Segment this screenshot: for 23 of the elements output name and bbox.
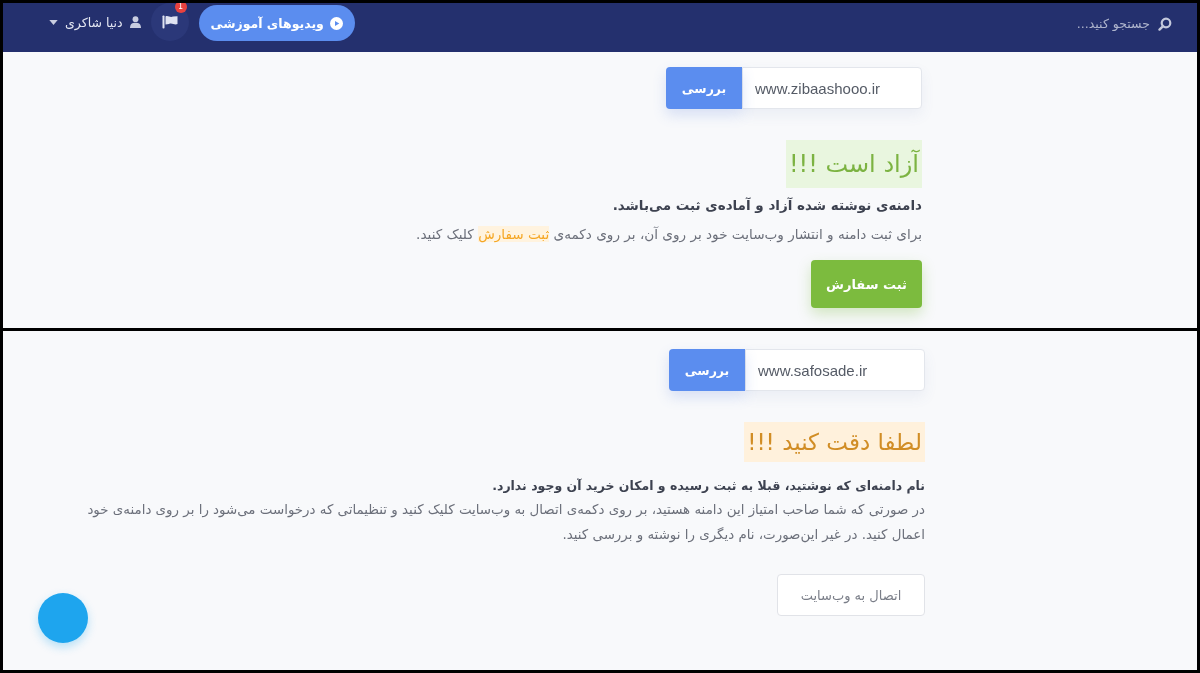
status-message: دامنه‌ی نوشته شده آزاد و آماده‌ی ثبت می‌باشد. bbox=[612, 196, 922, 215]
caret-icon bbox=[49, 19, 58, 25]
connect-website-button[interactable]: اتصال به وب‌سایت bbox=[777, 574, 925, 616]
place-order-button[interactable]: ثبت سفارش bbox=[811, 260, 922, 308]
flag-icon bbox=[161, 15, 178, 29]
status-heading: آزاد است !!! bbox=[785, 140, 922, 188]
play-icon bbox=[329, 16, 343, 30]
floating-round-button[interactable] bbox=[38, 593, 88, 643]
instruction-text: در صورتی که شما صاحب امتیاز این دامنه هستید، بر روی دکمه‌ی اتصال به وب‌سایت کلیک کنید و تنظیماتی که درخواست می‌شود را بر روی دامنه‌ی خود اعمال کنید. در غیر این‌صورت، نام دیگری را نوشته و بررسی کنید. bbox=[86, 501, 925, 545]
status-message: نام دامنه‌ای که نوشتید، قبلا به ثبت رسیده و امکان خرید آن وجود ندارد. bbox=[492, 477, 925, 496]
check-button[interactable]: بررسی bbox=[666, 67, 742, 109]
search-icon bbox=[1158, 16, 1172, 31]
tutorial-videos-button[interactable]: ویدیوهای آموزشی bbox=[198, 5, 355, 41]
instruction-text: برای ثبت دامنه و انتشار وب‌سایت خود بر روی آن، بر روی دکمه‌ی ثبت سفارش کلیک کنید. bbox=[416, 225, 922, 245]
domain-input[interactable]: www.safosade.ir bbox=[745, 349, 925, 391]
check-button[interactable]: بررسی bbox=[669, 349, 745, 391]
user-icon bbox=[129, 16, 141, 28]
search-field[interactable]: جستجو کنید... bbox=[1050, 16, 1150, 31]
user-menu[interactable]: دنیا شاکری bbox=[45, 3, 141, 41]
status-heading: لطفا دقت کنید !!! bbox=[744, 422, 925, 462]
notification-badge: 1 bbox=[174, 3, 187, 13]
domain-input[interactable]: www.zibaashooo.ir bbox=[742, 67, 922, 109]
notifications-button[interactable]: 1 bbox=[150, 3, 189, 41]
